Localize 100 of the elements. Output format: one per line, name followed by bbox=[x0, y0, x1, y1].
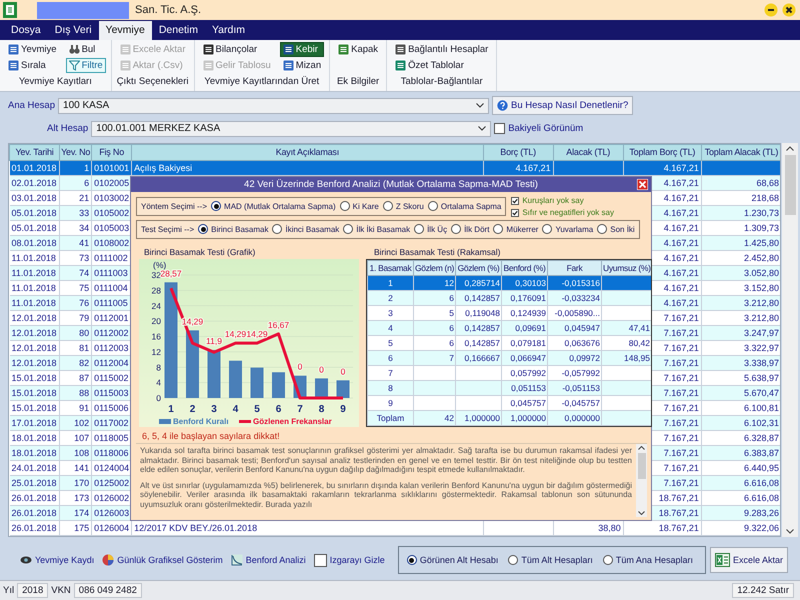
table-cell[interactable]: 24.01.2018 bbox=[10, 460, 60, 475]
radio-button[interactable]: Ki Kare bbox=[340, 201, 379, 211]
table-cell[interactable]: 8 bbox=[368, 380, 414, 396]
ribbon-button[interactable]: Kebir bbox=[280, 42, 324, 57]
radio-button[interactable]: Tüm Ana Hesapları bbox=[602, 555, 693, 566]
hide-grid-checkbox[interactable]: Izgarayı Gizle bbox=[314, 554, 385, 567]
table-cell[interactable]: 0,09972 bbox=[548, 350, 602, 366]
table-cell[interactable]: 15.01.2018 bbox=[10, 385, 60, 400]
column-header[interactable]: Yev. Tarihi bbox=[10, 144, 60, 160]
table-cell[interactable]: 9.322,06 bbox=[701, 520, 780, 535]
table-cell[interactable]: 3.338,97 bbox=[701, 355, 780, 370]
table-cell[interactable]: 73 bbox=[60, 250, 92, 265]
table-cell[interactable]: 12.01.2018 bbox=[10, 310, 60, 325]
table-cell[interactable]: 03.01.2018 bbox=[10, 190, 60, 205]
ribbon-button[interactable]: Bağlantılı Hesaplar bbox=[392, 42, 492, 57]
table-cell[interactable]: 81 bbox=[60, 340, 92, 355]
table-cell[interactable]: 141 bbox=[60, 460, 92, 475]
table-cell[interactable]: 6.102,31 bbox=[701, 415, 780, 430]
column-header[interactable]: Gözlem (n) bbox=[414, 260, 456, 276]
table-cell[interactable]: Toplam bbox=[368, 410, 414, 426]
table-cell[interactable]: 15.01.2018 bbox=[10, 400, 60, 415]
table-cell[interactable]: 80 bbox=[60, 325, 92, 340]
table-cell[interactable]: 174 bbox=[60, 505, 92, 520]
radio-button[interactable]: Z Skoru bbox=[382, 201, 424, 211]
table-cell[interactable]: 3.212,80 bbox=[701, 310, 780, 325]
table-cell[interactable]: 18.01.2018 bbox=[10, 445, 60, 460]
table-cell[interactable]: 02.01.2018 bbox=[10, 175, 60, 190]
table-cell[interactable]: 6.383,87 bbox=[701, 445, 780, 460]
table-cell[interactable]: 2.452,80 bbox=[701, 250, 780, 265]
table-cell[interactable]: -0,033234 bbox=[548, 290, 602, 306]
menu-tab[interactable]: Yardım bbox=[204, 21, 252, 40]
scrollbar[interactable] bbox=[636, 444, 647, 517]
option-checkbox[interactable]: Kuruşları yok say bbox=[511, 196, 614, 206]
ribbon-button[interactable]: Mizan bbox=[280, 58, 324, 73]
table-cell[interactable]: 26.01.2018 bbox=[10, 520, 60, 535]
table-cell[interactable]: 6.440,95 bbox=[701, 460, 780, 475]
table-cell[interactable]: 218,68 bbox=[701, 190, 780, 205]
ribbon-button[interactable]: Sırala bbox=[5, 58, 60, 73]
table-cell[interactable]: 1 bbox=[60, 160, 92, 175]
radio-button[interactable]: Mükerrer bbox=[493, 224, 538, 234]
tool-link[interactable]: Benford Analizi bbox=[230, 554, 306, 566]
table-cell[interactable]: 3.152,80 bbox=[701, 280, 780, 295]
table-cell[interactable]: 1.230,73 bbox=[701, 205, 780, 220]
table-cell[interactable]: 5.638,97 bbox=[701, 370, 780, 385]
table-cell[interactable]: 12.01.2018 bbox=[10, 340, 60, 355]
ribbon-button[interactable]: Kapak bbox=[335, 42, 382, 57]
column-header[interactable]: Benford (%) bbox=[502, 260, 548, 276]
table-cell[interactable]: 0126004 bbox=[92, 520, 132, 535]
table-cell[interactable]: 9.283,26 bbox=[701, 505, 780, 520]
table-cell[interactable]: 76 bbox=[60, 295, 92, 310]
table-cell[interactable]: 21 bbox=[60, 190, 92, 205]
table-cell[interactable]: 33 bbox=[60, 205, 92, 220]
table-cell[interactable]: 4.167,21 bbox=[623, 160, 702, 175]
column-header[interactable]: Yev. No bbox=[60, 144, 92, 160]
table-cell[interactable]: 0,066947 bbox=[502, 350, 548, 366]
table-cell[interactable]: 6.328,87 bbox=[701, 430, 780, 445]
table-cell[interactable]: 6 bbox=[60, 175, 92, 190]
account-dropdown[interactable]: 100 KASA bbox=[58, 98, 490, 114]
radio-button[interactable]: İlk Dört bbox=[451, 224, 490, 234]
table-cell[interactable]: 15.01.2018 bbox=[10, 370, 60, 385]
table-cell[interactable]: 68,68 bbox=[701, 175, 780, 190]
scroll-up-icon[interactable] bbox=[638, 446, 645, 450]
table-cell[interactable]: 0,166667 bbox=[456, 350, 502, 366]
table-cell[interactable]: 170 bbox=[60, 475, 92, 490]
table-cell[interactable]: 108 bbox=[60, 445, 92, 460]
table-cell[interactable]: 11.01.2018 bbox=[10, 280, 60, 295]
table-cell[interactable]: 17.01.2018 bbox=[10, 415, 60, 430]
table-cell[interactable]: 11.01.2018 bbox=[10, 250, 60, 265]
column-header[interactable]: Uyumsuz (%) bbox=[602, 260, 651, 276]
table-cell[interactable]: 0,051153 bbox=[502, 380, 548, 396]
table-cell[interactable]: 2 bbox=[368, 290, 414, 306]
column-header[interactable]: Gözlem (%) bbox=[456, 260, 502, 276]
table-cell[interactable]: 4.167,21 bbox=[483, 160, 554, 175]
export-button[interactable]: Excele Aktar bbox=[710, 547, 788, 574]
help-button[interactable]: Bu Hesap Nasıl Denetlenir? bbox=[492, 96, 634, 116]
radio-button[interactable]: MAD (Mutlak Ortalama Sapma) bbox=[211, 201, 336, 211]
column-header[interactable]: Alacak (TL) bbox=[553, 144, 624, 160]
table-cell[interactable]: 0101001 bbox=[92, 160, 132, 175]
radio-button[interactable]: İkinci Basamak bbox=[272, 224, 340, 234]
table-cell[interactable]: 0,045947 bbox=[548, 320, 602, 336]
ribbon-button[interactable]: Bul bbox=[66, 42, 106, 57]
ribbon-button[interactable]: Yevmiye bbox=[5, 42, 60, 57]
scroll-down-icon[interactable] bbox=[638, 511, 645, 515]
column-header[interactable]: Fiş No bbox=[92, 144, 132, 160]
table-cell[interactable]: 26.01.2018 bbox=[10, 490, 60, 505]
table-cell[interactable]: 79 bbox=[60, 310, 92, 325]
table-cell[interactable]: 08.01.2018 bbox=[10, 235, 60, 250]
table-cell[interactable]: 74 bbox=[60, 265, 92, 280]
table-cell[interactable]: 01.01.2018 bbox=[10, 160, 60, 175]
table-cell[interactable]: 102 bbox=[60, 415, 92, 430]
column-header[interactable]: Fark bbox=[548, 260, 602, 276]
table-cell[interactable]: 4 bbox=[368, 320, 414, 336]
table-cell[interactable]: 0,000000 bbox=[548, 410, 602, 426]
table-cell[interactable]: -0,051153 bbox=[548, 380, 602, 396]
menu-tab[interactable]: Yevmiye bbox=[98, 21, 152, 40]
table-cell[interactable]: 3.322,97 bbox=[701, 340, 780, 355]
table-cell[interactable]: 12.01.2018 bbox=[10, 355, 60, 370]
table-cell[interactable]: 173 bbox=[60, 490, 92, 505]
scroll-down-icon[interactable] bbox=[786, 528, 794, 534]
column-header[interactable]: Toplam Borç (TL) bbox=[623, 144, 702, 160]
